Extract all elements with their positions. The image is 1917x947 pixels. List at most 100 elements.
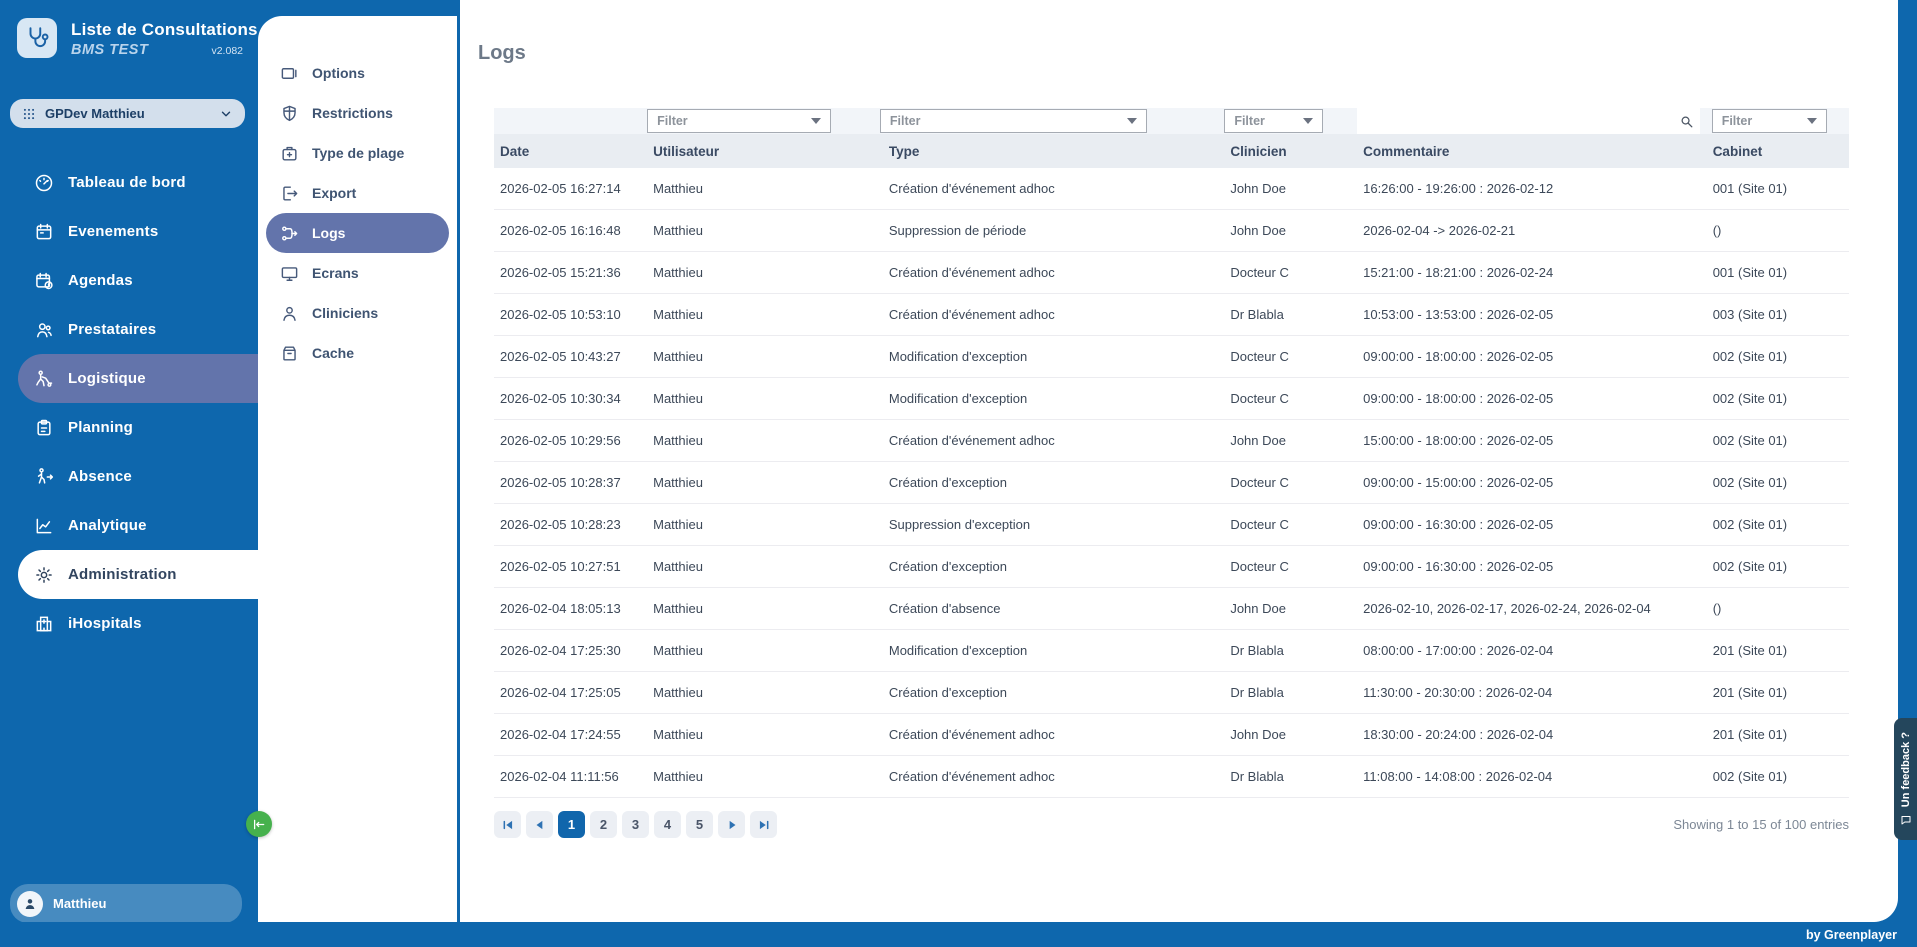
- table-row[interactable]: 2026-02-04 17:25:30 Matthieu Modificatio…: [494, 630, 1849, 672]
- app-subtitle: BMS TEST: [71, 42, 148, 58]
- sidebar-item-label: Planning: [68, 419, 133, 436]
- cell-commentaire: 08:00:00 - 17:00:00 : 2026-02-04: [1357, 643, 1707, 658]
- current-user-chip[interactable]: Matthieu: [10, 884, 242, 923]
- sidebar-nav-item[interactable]: Absence: [18, 452, 258, 501]
- table-row[interactable]: 2026-02-04 17:25:05 Matthieu Création d'…: [494, 672, 1849, 714]
- submenu-item[interactable]: Cache: [266, 333, 449, 373]
- submenu-item[interactable]: Logs: [266, 213, 449, 253]
- type-filter-select[interactable]: Filter: [880, 109, 1147, 133]
- sidebar-nav-item[interactable]: Agendas: [18, 256, 258, 305]
- submenu-item[interactable]: Export: [266, 173, 449, 213]
- table-row[interactable]: 2026-02-05 16:16:48 Matthieu Suppression…: [494, 210, 1849, 252]
- utilisateur-filter-select[interactable]: Filter: [647, 109, 831, 133]
- cell-date: 2026-02-05 10:28:23: [494, 517, 647, 532]
- column-header[interactable]: Clinicien: [1224, 144, 1357, 159]
- sidebar: Liste de Consultations BMS TEST v2.082 G…: [0, 0, 258, 947]
- first-page-button[interactable]: [494, 811, 521, 838]
- table-row[interactable]: 2026-02-05 10:28:37 Matthieu Création d'…: [494, 462, 1849, 504]
- cell-cabinet: 002 (Site 01): [1707, 517, 1849, 532]
- page-number-button[interactable]: 4: [654, 811, 681, 838]
- table-row[interactable]: 2026-02-04 11:11:56 Matthieu Création d'…: [494, 756, 1849, 798]
- submenu-item[interactable]: Type de plage: [266, 133, 449, 173]
- table-row[interactable]: 2026-02-05 16:27:14 Matthieu Création d'…: [494, 168, 1849, 210]
- feedback-tab[interactable]: Un feedback ?: [1894, 718, 1917, 840]
- previous-page-button[interactable]: [526, 811, 553, 838]
- page-number-button[interactable]: 2: [590, 811, 617, 838]
- column-header[interactable]: Date: [494, 144, 647, 159]
- sidebar-nav-item[interactable]: Tableau de bord: [18, 158, 258, 207]
- table-row[interactable]: 2026-02-05 10:30:34 Matthieu Modificatio…: [494, 378, 1849, 420]
- cabinet-filter-select[interactable]: Filter: [1712, 109, 1827, 133]
- table-footer: 1 2 3 4 5: [494, 811, 1849, 838]
- sidebar-nav-item[interactable]: Logistique: [18, 354, 258, 403]
- table-row[interactable]: 2026-02-05 10:28:23 Matthieu Suppression…: [494, 504, 1849, 546]
- cell-type: Création d'exception: [883, 685, 1224, 700]
- cell-utilisateur: Matthieu: [647, 517, 883, 532]
- workspace-selector[interactable]: GPDev Matthieu: [10, 99, 245, 128]
- search-icon[interactable]: [1679, 114, 1694, 129]
- page-number-button[interactable]: 5: [686, 811, 713, 838]
- cell-date: 2026-02-04 18:05:13: [494, 601, 647, 616]
- cell-date: 2026-02-04 17:25:05: [494, 685, 647, 700]
- page-number-button[interactable]: 3: [622, 811, 649, 838]
- table-row[interactable]: 2026-02-05 10:53:10 Matthieu Création d'…: [494, 294, 1849, 336]
- logs-table: Filter Filter Filter: [494, 108, 1849, 838]
- last-page-button[interactable]: [750, 811, 777, 838]
- cell-utilisateur: Matthieu: [647, 349, 883, 364]
- column-header[interactable]: Utilisateur: [647, 144, 883, 159]
- submenu-item[interactable]: Ecrans: [266, 253, 449, 293]
- submenu-item[interactable]: Restrictions: [266, 93, 449, 133]
- sidebar-nav-item[interactable]: Administration: [18, 550, 258, 599]
- table-row[interactable]: 2026-02-04 17:24:55 Matthieu Création d'…: [494, 714, 1849, 756]
- cell-cabinet: 002 (Site 01): [1707, 769, 1849, 784]
- sidebar-nav-item[interactable]: Evenements: [18, 207, 258, 256]
- cell-date: 2026-02-05 10:30:34: [494, 391, 647, 406]
- submenu-item-label: Logs: [312, 225, 345, 241]
- cell-commentaire: 09:00:00 - 18:00:00 : 2026-02-05: [1357, 349, 1707, 364]
- cell-utilisateur: Matthieu: [647, 559, 883, 574]
- cell-type: Modification d'exception: [883, 391, 1224, 406]
- cell-commentaire: 10:53:00 - 13:53:00 : 2026-02-05: [1357, 307, 1707, 322]
- cell-date: 2026-02-04 17:25:30: [494, 643, 647, 658]
- cell-utilisateur: Matthieu: [647, 601, 883, 616]
- sidebar-collapse-toggle[interactable]: [246, 811, 272, 837]
- table-header-row: Date Utilisateur Type Clinicien Commenta…: [494, 134, 1849, 168]
- pagination: 1 2 3 4 5: [494, 811, 777, 838]
- cell-date: 2026-02-05 15:21:36: [494, 265, 647, 280]
- page-number-button[interactable]: 1: [558, 811, 585, 838]
- cell-type: Création d'exception: [883, 559, 1224, 574]
- cell-clinicien: John Doe: [1224, 601, 1357, 616]
- table-body: 2026-02-05 16:27:14 Matthieu Création d'…: [494, 168, 1849, 798]
- column-header[interactable]: Cabinet: [1707, 144, 1849, 159]
- filter-select-label: Filter: [657, 114, 688, 128]
- column-header[interactable]: Type: [883, 144, 1224, 159]
- cell-date: 2026-02-04 11:11:56: [494, 769, 647, 784]
- grid-icon: [22, 107, 36, 121]
- table-row[interactable]: 2026-02-05 10:43:27 Matthieu Modificatio…: [494, 336, 1849, 378]
- table-row[interactable]: 2026-02-05 10:29:56 Matthieu Création d'…: [494, 420, 1849, 462]
- column-header[interactable]: Commentaire: [1357, 144, 1707, 159]
- submenu-item[interactable]: Cliniciens: [266, 293, 449, 333]
- sidebar-nav-item[interactable]: Prestataires: [18, 305, 258, 354]
- table-row[interactable]: 2026-02-05 10:27:51 Matthieu Création d'…: [494, 546, 1849, 588]
- sidebar-nav-item[interactable]: Analytique: [18, 501, 258, 550]
- sidebar-nav-item[interactable]: iHospitals: [18, 599, 258, 648]
- main-navigation: Tableau de bord Evenements Agendas Prest…: [0, 158, 258, 648]
- cell-utilisateur: Matthieu: [647, 391, 883, 406]
- cell-clinicien: Dr Blabla: [1224, 769, 1357, 784]
- sidebar-nav-item[interactable]: Planning: [18, 403, 258, 452]
- cell-type: Suppression d'exception: [883, 517, 1224, 532]
- submenu-item[interactable]: Options: [266, 53, 449, 93]
- table-row[interactable]: 2026-02-05 15:21:36 Matthieu Création d'…: [494, 252, 1849, 294]
- calendar-clock-icon: [34, 271, 54, 291]
- clinicien-filter-select[interactable]: Filter: [1224, 109, 1323, 133]
- cell-date: 2026-02-04 17:24:55: [494, 727, 647, 742]
- next-page-button[interactable]: [718, 811, 745, 838]
- previous-page-icon: [533, 818, 547, 832]
- cell-utilisateur: Matthieu: [647, 307, 883, 322]
- table-row[interactable]: 2026-02-04 18:05:13 Matthieu Création d'…: [494, 588, 1849, 630]
- commentaire-search-input[interactable]: [1367, 113, 1679, 129]
- cell-cabinet: 201 (Site 01): [1707, 643, 1849, 658]
- cell-commentaire: 09:00:00 - 18:00:00 : 2026-02-05: [1357, 391, 1707, 406]
- first-page-icon: [501, 818, 515, 832]
